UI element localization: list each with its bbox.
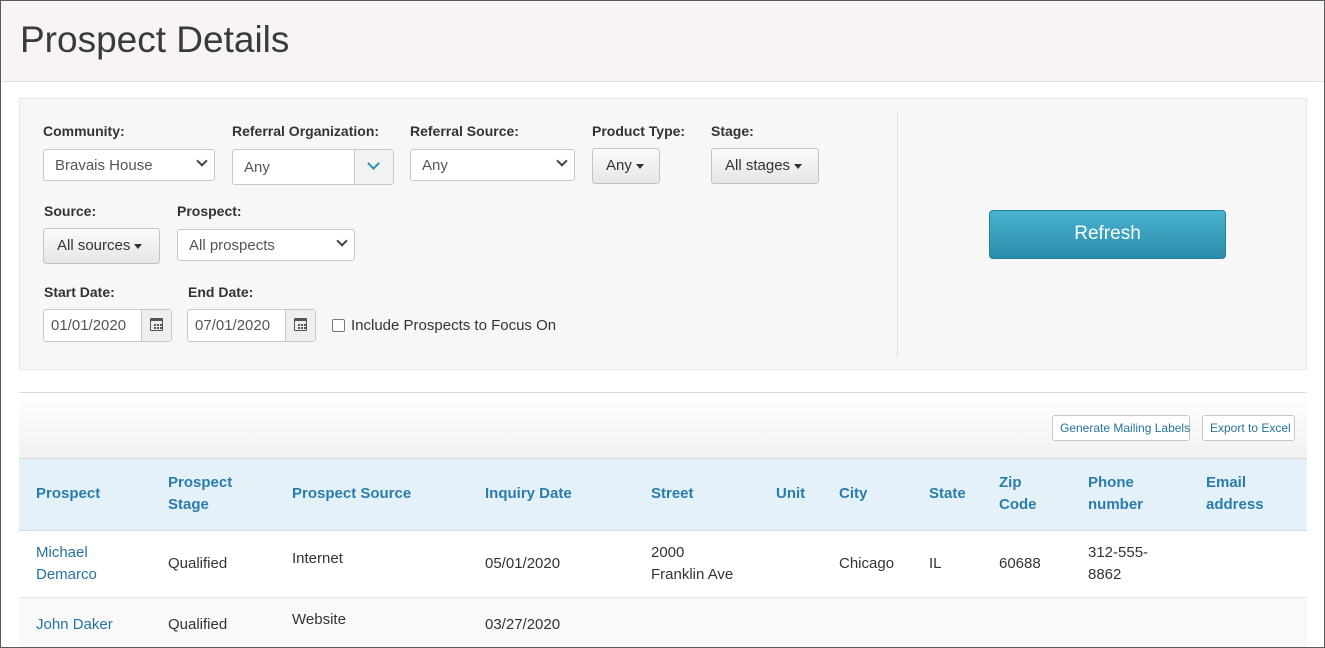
chevron-down-icon xyxy=(196,155,208,167)
prospect-value: All prospects xyxy=(189,237,275,254)
include-focus-checkbox[interactable] xyxy=(332,319,345,332)
column-header-inquiry-date[interactable]: Inquiry Date xyxy=(468,459,634,530)
caret-down-icon xyxy=(794,163,803,169)
source-label: Source: xyxy=(44,203,97,219)
prospect-label: Prospect: xyxy=(177,203,242,219)
street-cell: 2000 Franklin Ave xyxy=(651,543,734,583)
referral-source-value: Any xyxy=(422,157,448,174)
prospect-cell: Michael Demarco xyxy=(19,530,151,597)
state-cell: IL xyxy=(929,554,942,572)
column-header-phone-number[interactable]: Phone number xyxy=(1071,459,1189,530)
product-type-label: Product Type: xyxy=(592,123,686,139)
referral-source-label: Referral Source: xyxy=(410,123,519,139)
source-dropdown[interactable]: All sources xyxy=(43,228,160,264)
column-header-city[interactable]: City xyxy=(822,459,912,530)
inquiry-date-cell: 05/01/2020 xyxy=(485,554,561,572)
filter-divider xyxy=(897,111,898,357)
calendar-icon xyxy=(150,318,163,331)
referral-organization-label: Referral Organization: xyxy=(232,123,380,139)
stage-cell: Qualified xyxy=(168,554,228,572)
zip-cell xyxy=(982,597,1071,647)
city-cell xyxy=(822,597,912,647)
prospects-table: Prospect Prospect Stage Prospect Source I… xyxy=(19,459,1307,647)
chevron-down-icon xyxy=(556,155,568,167)
page-title: Prospect Details xyxy=(20,19,290,60)
prospect-cell: John Daker xyxy=(19,597,151,647)
page-header: Prospect Details xyxy=(1,1,1324,82)
street-cell xyxy=(634,597,759,647)
product-type-dropdown[interactable]: Any xyxy=(592,148,660,184)
column-header-zip-code[interactable]: Zip Code xyxy=(982,459,1071,530)
prospect-link[interactable]: John Daker xyxy=(36,616,113,633)
column-header-prospect-stage[interactable]: Prospect Stage xyxy=(151,459,275,530)
end-date-value: 07/01/2020 xyxy=(195,317,271,334)
start-date-value: 01/01/2020 xyxy=(51,317,127,334)
referral-organization-value: Any xyxy=(244,159,270,176)
product-type-value: Any xyxy=(606,157,632,174)
column-header-state[interactable]: State xyxy=(912,459,982,530)
column-header-email-address[interactable]: Email address xyxy=(1189,459,1307,530)
end-date-input[interactable]: 07/01/2020 xyxy=(187,309,316,342)
email-cell xyxy=(1189,530,1307,597)
zip-cell: 60688 xyxy=(999,554,1041,572)
community-select[interactable]: Bravais House xyxy=(43,149,215,181)
column-header-street[interactable]: Street xyxy=(634,459,759,530)
inquiry-date-cell: 03/27/2020 xyxy=(485,616,561,634)
chevron-down-icon xyxy=(367,157,380,170)
stage-label: Stage: xyxy=(711,123,754,139)
unit-cell xyxy=(759,597,822,647)
end-date-label: End Date: xyxy=(188,284,254,300)
phone-cell: 312-555- 8862 xyxy=(1088,543,1149,583)
referral-organization-dropdown-button[interactable] xyxy=(354,150,393,184)
start-date-input[interactable]: 01/01/2020 xyxy=(43,309,172,342)
referral-source-select[interactable]: Any xyxy=(410,149,575,181)
refresh-button[interactable]: Refresh xyxy=(989,210,1226,259)
community-value: Bravais House xyxy=(55,157,153,174)
state-cell xyxy=(912,597,982,647)
filter-panel: Community: Bravais House Referral Organi… xyxy=(19,98,1307,370)
city-cell: Chicago xyxy=(839,554,895,572)
community-label: Community: xyxy=(43,123,125,139)
referral-organization-combobox[interactable]: Any xyxy=(232,149,394,185)
results-panel: Generate Mailing Labels Export to Excel … xyxy=(19,392,1307,647)
table-row: John Daker Qualified Website 03/27/2020 xyxy=(19,597,1307,647)
column-header-unit[interactable]: Unit xyxy=(759,459,822,530)
column-header-prospect[interactable]: Prospect xyxy=(19,459,151,530)
table-header-row: Prospect Prospect Stage Prospect Source I… xyxy=(19,459,1307,530)
caret-down-icon xyxy=(635,163,644,169)
source-cell: Internet xyxy=(292,549,343,567)
generate-mailing-labels-button[interactable]: Generate Mailing Labels xyxy=(1052,415,1190,441)
source-value: All sources xyxy=(57,237,131,254)
app-window: Prospect Details Community: Bravais Hous… xyxy=(0,0,1325,648)
chevron-down-icon xyxy=(336,235,348,247)
calendar-icon xyxy=(294,318,307,331)
caret-down-icon xyxy=(134,243,143,249)
stage-value: All stages xyxy=(725,157,791,174)
start-date-calendar-button[interactable] xyxy=(141,310,171,341)
results-toolbar: Generate Mailing Labels Export to Excel xyxy=(19,393,1307,459)
prospect-select[interactable]: All prospects xyxy=(177,229,355,261)
stage-dropdown[interactable]: All stages xyxy=(711,148,819,184)
source-cell: Website xyxy=(292,611,346,629)
end-date-calendar-button[interactable] xyxy=(285,310,315,341)
include-focus-label[interactable]: Include Prospects to Focus On xyxy=(351,317,556,334)
email-cell xyxy=(1189,597,1307,647)
stage-cell: Qualified xyxy=(168,616,228,634)
export-to-excel-button[interactable]: Export to Excel xyxy=(1202,415,1295,441)
table-row: Michael Demarco Qualified Internet 05/01/… xyxy=(19,530,1307,597)
unit-cell xyxy=(759,530,822,597)
prospect-link[interactable]: Michael Demarco xyxy=(36,544,97,583)
phone-cell xyxy=(1071,597,1189,647)
column-header-prospect-source[interactable]: Prospect Source xyxy=(275,459,468,530)
start-date-label: Start Date: xyxy=(44,284,115,300)
